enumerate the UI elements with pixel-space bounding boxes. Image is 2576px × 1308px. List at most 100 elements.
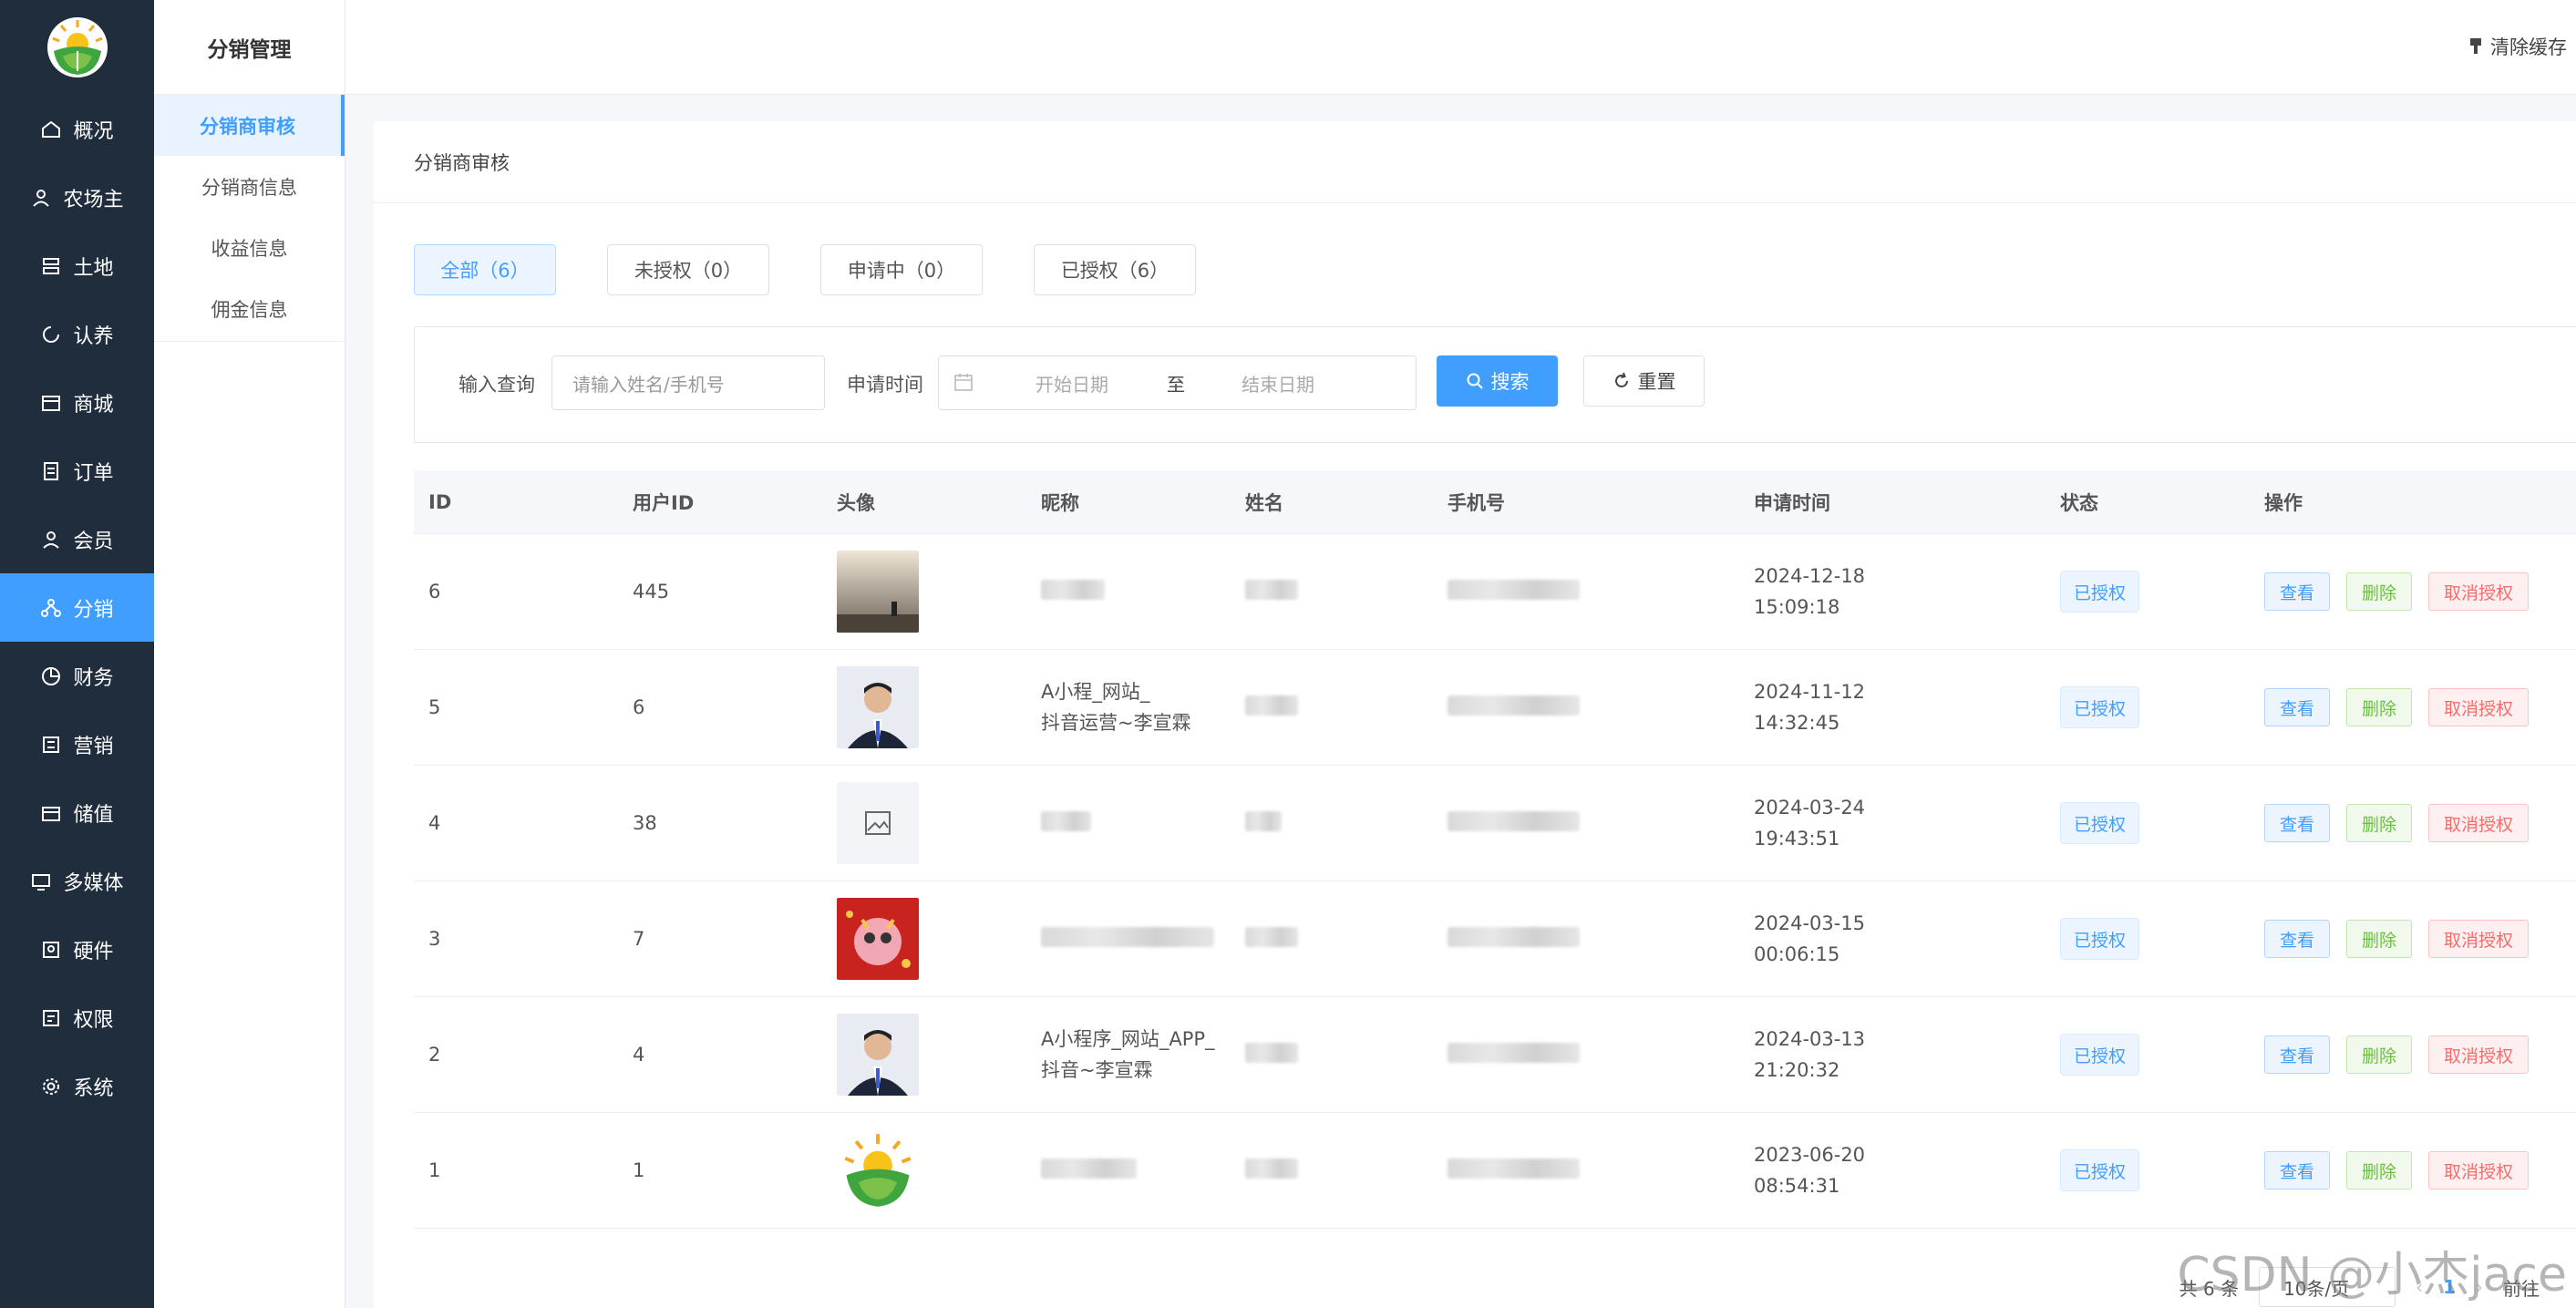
logo[interactable] [0, 0, 154, 95]
end-date-input[interactable]: 结束日期 [1242, 370, 1314, 397]
submenu-item-1[interactable]: 分销商信息 [154, 156, 345, 217]
cancel-authorization-button[interactable]: 取消授权 [2428, 920, 2530, 958]
cell-avatar [822, 551, 1026, 633]
clear-cache-button[interactable]: 清除缓存 [2468, 33, 2567, 60]
tab-0[interactable]: 全部（6） [414, 244, 556, 295]
apply-date: 2024-03-24 [1754, 797, 1866, 819]
view-button[interactable]: 查看 [2264, 920, 2331, 958]
name-blurred [1245, 810, 1282, 831]
leaf-sun-logo-icon [46, 17, 108, 77]
sidebar-item-9[interactable]: 营销 [0, 710, 154, 778]
sidebar-item-label: 订单 [73, 461, 114, 485]
tab-2[interactable]: 申请中（0） [820, 244, 983, 295]
nickname-text: A小程序_网站_APP_ 抖音~李宣霖 [1041, 1028, 1215, 1081]
view-button[interactable]: 查看 [2264, 1035, 2331, 1074]
sidebar-item-6[interactable]: 会员 [0, 505, 154, 573]
sidebar-item-4[interactable]: 商城 [0, 368, 154, 437]
date-range-picker[interactable]: 开始日期 至 结束日期 [938, 355, 1417, 410]
sidebar-item-5[interactable]: 订单 [0, 437, 154, 505]
nickname-blurred [1041, 926, 1214, 947]
sidebar-item-label: 商城 [73, 393, 114, 417]
delete-button[interactable]: 删除 [2346, 1151, 2413, 1190]
column-header: 操作 [2264, 491, 2303, 514]
cell-user-id: 6 [633, 696, 645, 718]
avatar[interactable] [837, 782, 919, 864]
apply-date: 2024-03-13 [1754, 1028, 1866, 1050]
range-separator: 至 [1167, 373, 1185, 396]
delete-button[interactable]: 删除 [2346, 1035, 2413, 1074]
sidebar-item-7[interactable]: 分销 [0, 573, 154, 642]
cancel-authorization-button[interactable]: 取消授权 [2428, 804, 2530, 842]
date-label: 申请时间 [847, 374, 923, 396]
nickname-blurred [1041, 810, 1091, 831]
avatar[interactable] [837, 1129, 919, 1211]
apply-time: 15:09:18 [1754, 596, 1840, 618]
delete-button[interactable]: 删除 [2346, 804, 2413, 842]
sidebar-item-14[interactable]: 系统 [0, 1052, 154, 1120]
cell-actions: 查看 删除 取消授权 [2250, 572, 2576, 611]
cancel-authorization-button[interactable]: 取消授权 [2428, 1151, 2530, 1190]
delete-button[interactable]: 删除 [2346, 572, 2413, 611]
cell-id: 2 [428, 1044, 441, 1066]
tab-3[interactable]: 已授权（6） [1034, 244, 1196, 295]
sidebar-item-13[interactable]: 权限 [0, 984, 154, 1052]
cell-name [1231, 1042, 1433, 1067]
status-badge: 已授权 [2060, 802, 2140, 844]
column-header: 头像 [837, 491, 875, 514]
search-button[interactable]: 搜索 [1437, 355, 1558, 407]
tab-1[interactable]: 未授权（0） [607, 244, 769, 295]
delete-button[interactable]: 删除 [2346, 920, 2413, 958]
column-header: 用户ID [633, 491, 695, 514]
submenu-title: 分销管理 [154, 0, 345, 95]
sidebar-item-1[interactable]: 农场主 [0, 163, 154, 232]
sidebar-item-label: 分销 [73, 598, 114, 622]
submenu-panel: 分销管理 分销商审核 分销商信息 收益信息 佣金信息 [154, 0, 345, 1308]
status-badge: 已授权 [2060, 571, 2140, 613]
phone-blurred [1448, 1042, 1580, 1063]
sidebar-item-3[interactable]: 认养 [0, 300, 154, 368]
submenu-item-2[interactable]: 收益信息 [154, 217, 345, 278]
column-header: ID [428, 490, 452, 513]
sidebar-item-label: 多媒体 [63, 871, 124, 895]
cell-avatar [822, 1129, 1026, 1211]
sidebar-item-label: 硬件 [73, 940, 114, 963]
apply-date: 2024-11-12 [1754, 681, 1866, 703]
cell-nickname: A小程_网站_ 抖音运营~李宣霖 [1026, 676, 1231, 738]
cell-id: 5 [428, 696, 441, 718]
cancel-authorization-button[interactable]: 取消授权 [2428, 572, 2530, 611]
name-blurred [1245, 695, 1298, 716]
submenu-item-3[interactable]: 佣金信息 [154, 278, 345, 339]
cell-apply-time: 2023-06-20 08:54:31 [1739, 1139, 2045, 1201]
start-date-input[interactable]: 开始日期 [1036, 370, 1108, 397]
reset-button[interactable]: 重置 [1583, 355, 1705, 407]
search-input[interactable]: 请输入姓名/手机号 [551, 355, 825, 410]
submenu-item-0[interactable]: 分销商审核 [154, 95, 345, 156]
avatar[interactable] [837, 551, 919, 633]
view-button[interactable]: 查看 [2264, 804, 2331, 842]
avatar[interactable] [837, 898, 919, 980]
sidebar-item-10[interactable]: 储值 [0, 778, 154, 847]
view-button[interactable]: 查看 [2264, 688, 2331, 726]
status-badge: 已授权 [2060, 918, 2140, 960]
home-icon [40, 118, 62, 140]
sidebar-item-label: 会员 [73, 530, 114, 553]
cell-apply-time: 2024-03-15 00:06:15 [1739, 908, 2045, 970]
cancel-authorization-button[interactable]: 取消授权 [2428, 1035, 2530, 1074]
avatar[interactable] [837, 666, 919, 748]
cell-apply-time: 2024-03-13 21:20:32 [1739, 1024, 2045, 1086]
sidebar-item-2[interactable]: 土地 [0, 232, 154, 300]
view-button[interactable]: 查看 [2264, 572, 2331, 611]
sidebar-item-label: 营销 [73, 735, 114, 758]
cancel-authorization-button[interactable]: 取消授权 [2428, 688, 2530, 726]
sidebar-item-0[interactable]: 概况 [0, 95, 154, 163]
sidebar-item-12[interactable]: 硬件 [0, 915, 154, 984]
view-button[interactable]: 查看 [2264, 1151, 2331, 1190]
reset-button-label: 重置 [1637, 371, 1676, 393]
store-icon [40, 392, 62, 414]
delete-button[interactable]: 删除 [2346, 688, 2413, 726]
sidebar-item-11[interactable]: 多媒体 [0, 847, 154, 915]
avatar[interactable] [837, 1014, 919, 1096]
clear-cache-label: 清除缓存 [2490, 36, 2567, 58]
sidebar-item-8[interactable]: 财务 [0, 642, 154, 710]
apply-time: 14:32:45 [1754, 712, 1840, 734]
